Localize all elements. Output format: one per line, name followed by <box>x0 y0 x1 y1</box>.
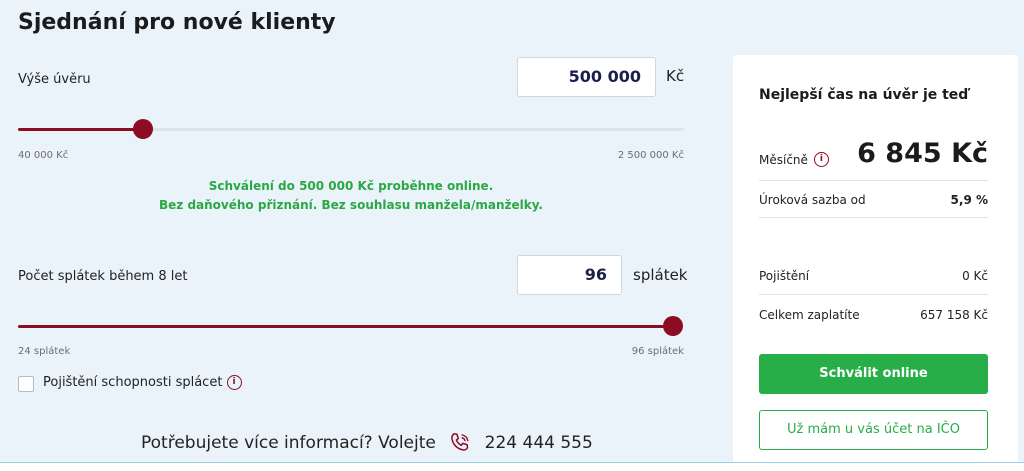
rate-label: Úroková sazba od <box>759 193 866 207</box>
installments-max: 96 splátek <box>631 346 684 357</box>
installments-slider-fill <box>18 325 673 328</box>
insurance-checkbox[interactable] <box>18 376 34 392</box>
contact-text: Potřebujete více informací? Volejte <box>141 433 436 453</box>
loan-amount-min: 40 000 Kč <box>18 150 69 161</box>
phone-icon <box>441 433 484 453</box>
total-label: Celkem zaplatíte <box>759 308 860 322</box>
installments-label: Počet splátek během 8 let <box>18 269 188 284</box>
approval-notice-line1: Schválení do 500 000 Kč proběhne online. <box>208 179 494 193</box>
divider <box>759 180 988 181</box>
installments-slider[interactable] <box>18 316 683 336</box>
summary-card: Nejlepší čas na úvěr je teď Měsíčně i 6 … <box>733 55 1018 470</box>
insurance-checkbox-label: Pojištění schopnosti splácet <box>43 375 223 390</box>
approve-online-button[interactable]: Schválit online <box>759 354 988 394</box>
approval-notice: Schválení do 500 000 Kč proběhne online.… <box>18 177 684 215</box>
installments-slider-thumb[interactable] <box>663 316 683 336</box>
loan-amount-label: Výše úvěru <box>18 72 91 87</box>
existing-account-button[interactable]: Už mám u vás účet na IČO <box>759 410 988 450</box>
monthly-info-icon[interactable]: i <box>813 152 829 167</box>
insurance-summary-label: Pojištění <box>759 269 810 283</box>
contact-phone[interactable]: 224 444 555 <box>485 433 593 453</box>
summary-title: Nejlepší čas na úvěr je teď <box>759 87 969 103</box>
info-icon[interactable]: i <box>226 375 242 390</box>
loan-amount-input[interactable]: 500 000 <box>517 57 656 97</box>
rate-value: 5,9 % <box>950 193 988 207</box>
monthly-value: 6 845 Kč <box>857 138 988 169</box>
divider <box>759 217 988 218</box>
monthly-label: Měsíčně <box>759 152 808 167</box>
loan-amount-slider[interactable] <box>18 119 684 139</box>
monthly-label-row: Měsíčně i <box>759 152 829 167</box>
contact-line: Potřebujete více informací? Volejte 224 … <box>141 430 593 456</box>
total-value: 657 158 Kč <box>920 308 988 322</box>
insurance-summary-value: 0 Kč <box>962 269 988 283</box>
divider <box>759 294 988 295</box>
loan-amount-max: 2 500 000 Kč <box>617 150 684 161</box>
insurance-checkbox-row: Pojištění schopnosti splácet i <box>43 375 242 390</box>
page-title: Sjednání pro nové klienty <box>18 10 336 35</box>
loan-amount-slider-thumb[interactable] <box>132 119 153 139</box>
loan-amount-unit: Kč <box>666 67 685 85</box>
installments-min: 24 splátek <box>18 346 71 357</box>
installments-input[interactable]: 96 <box>517 255 622 295</box>
loan-amount-slider-fill <box>18 128 143 131</box>
installments-unit: splátek <box>633 266 688 284</box>
approval-notice-line2: Bez daňového přiznání. Bez souhlasu manž… <box>159 198 543 212</box>
